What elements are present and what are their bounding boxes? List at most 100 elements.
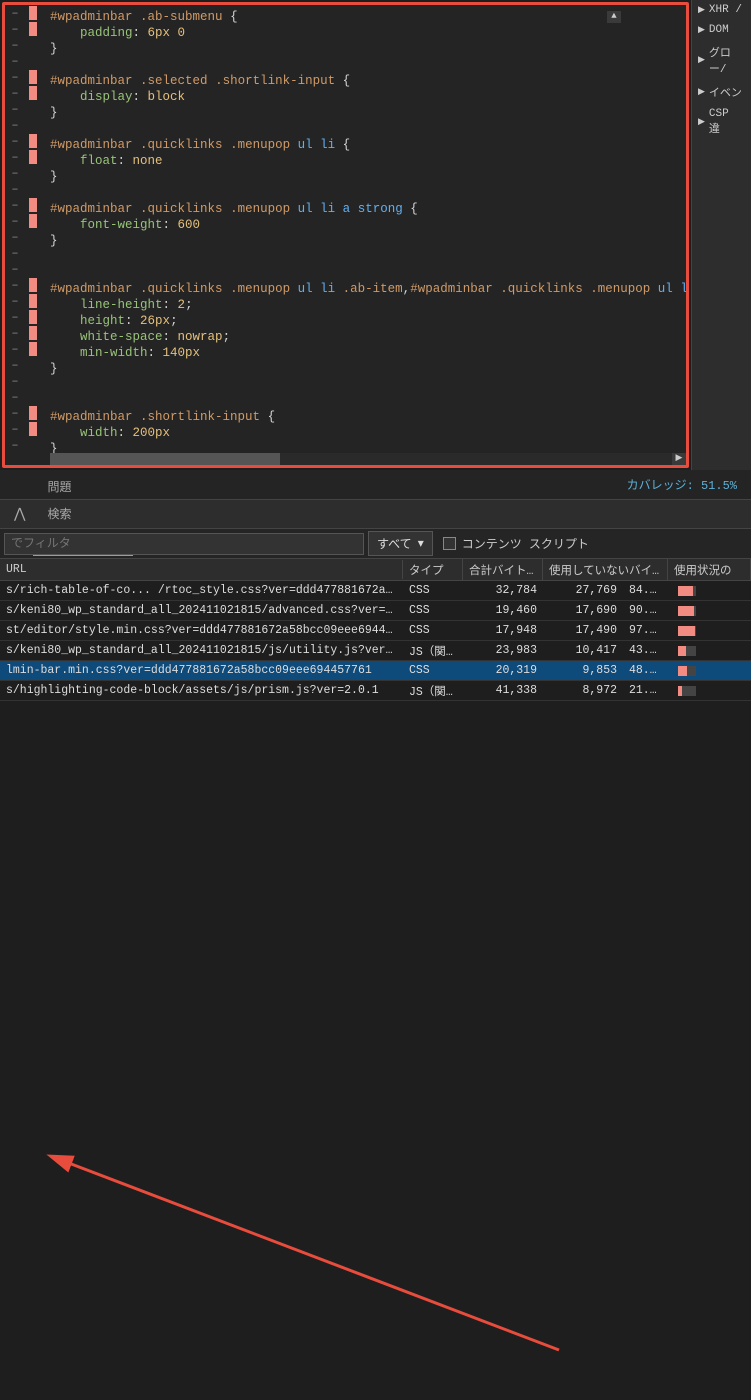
chevron-down-icon: ▾ xyxy=(418,536,424,551)
code-line[interactable]: font-weight: 600 xyxy=(50,217,686,233)
code-line[interactable]: #wpadminbar .shortlink-input { xyxy=(50,409,686,425)
gutter-dash: – xyxy=(5,118,25,132)
cell-vis xyxy=(668,584,751,598)
gutter-dash: – xyxy=(5,326,25,340)
source-code-area[interactable]: #wpadminbar .ab-submenu { padding: 6px 0… xyxy=(50,5,686,457)
code-line[interactable]: padding: 6px 0 xyxy=(50,25,686,41)
sidebar-item-label: DOM xyxy=(709,24,729,36)
code-line[interactable]: display: block xyxy=(50,89,686,105)
coverage-bar-marker xyxy=(29,310,37,324)
table-row[interactable]: lmin-bar.min.css?ver=ddd477881672a58bcc0… xyxy=(0,661,751,681)
gutter-dash: – xyxy=(5,214,25,228)
coverage-bar-marker xyxy=(29,214,37,228)
drawer-tab[interactable]: 問題 xyxy=(33,473,132,500)
gutter-dash: – xyxy=(5,198,25,212)
gutter-dash: – xyxy=(5,358,25,372)
cell-pct: 48.5% xyxy=(623,662,668,679)
sidebar-item[interactable]: ▶グロー/ xyxy=(692,40,751,80)
coverage-type-dropdown[interactable]: すべて▾ xyxy=(368,531,433,556)
table-row[interactable]: s/keni80_wp_standard_all_202411021815/ad… xyxy=(0,601,751,621)
drawer-tab[interactable]: 検索 xyxy=(33,500,132,527)
sidebar-item[interactable]: ▶DOM xyxy=(692,20,751,40)
url-filter-input[interactable] xyxy=(4,533,364,555)
cell-type: CSS xyxy=(403,602,463,619)
code-line[interactable]: #wpadminbar .quicklinks .menupop ul li a… xyxy=(50,201,686,217)
coverage-bar-marker xyxy=(29,134,37,148)
code-line[interactable]: } xyxy=(50,233,686,249)
code-line[interactable] xyxy=(50,57,686,73)
code-line[interactable] xyxy=(50,185,686,201)
gutter-dash: – xyxy=(5,246,25,260)
horizontal-scrollbar[interactable] xyxy=(50,453,672,465)
gutter-dash: – xyxy=(5,70,25,84)
cell-vis xyxy=(668,684,751,698)
table-row[interactable]: s/highlighting-code-block/assets/js/pris… xyxy=(0,681,751,701)
code-line[interactable] xyxy=(50,377,686,393)
cell-url: s/rich-table-of-co... /rtoc_style.css?ve… xyxy=(0,582,403,599)
cell-url: st/editor/style.min.css?ver=ddd477881672… xyxy=(0,622,403,639)
gutter-dash: – xyxy=(5,230,25,244)
gutter-dash: – xyxy=(5,102,25,116)
gutter-dash: – xyxy=(5,6,25,20)
scrollbar-thumb[interactable] xyxy=(50,453,280,465)
col-unused[interactable]: 使用していないバイト▼ xyxy=(543,559,668,581)
gutter-dash: – xyxy=(5,54,25,68)
cell-unused: 10,417 xyxy=(543,642,623,659)
code-coverage-panel[interactable]: ▲ –––––––––––––––––––––––––––– #wpadminb… xyxy=(2,2,689,468)
code-line[interactable]: #wpadminbar .quicklinks .menupop ul li .… xyxy=(50,281,686,297)
cell-url: lmin-bar.min.css?ver=ddd477881672a58bcc0… xyxy=(0,662,403,679)
cell-url: s/keni80_wp_standard_all_202411021815/js… xyxy=(0,642,403,659)
col-type[interactable]: タイプ xyxy=(403,559,463,581)
code-line[interactable]: line-height: 2; xyxy=(50,297,686,313)
code-line[interactable]: } xyxy=(50,169,686,185)
overflow-icon[interactable]: ⋀ xyxy=(8,506,31,523)
code-line[interactable]: } xyxy=(50,105,686,121)
code-line[interactable]: height: 26px; xyxy=(50,313,686,329)
gutter-dash: – xyxy=(5,294,25,308)
content-scripts-checkbox[interactable] xyxy=(443,537,456,550)
code-line[interactable]: float: none xyxy=(50,153,686,169)
table-row[interactable]: st/editor/style.min.css?ver=ddd477881672… xyxy=(0,621,751,641)
col-vis[interactable]: 使用状況の xyxy=(668,559,751,581)
coverage-bar-marker xyxy=(29,342,37,356)
code-line[interactable] xyxy=(50,249,686,265)
sidebar-item[interactable]: ▶CSP 違 xyxy=(692,104,751,140)
gutter-dash: – xyxy=(5,38,25,52)
code-line[interactable]: min-width: 140px xyxy=(50,345,686,361)
sidebar-item[interactable]: ▶イベン​ xyxy=(692,80,751,104)
col-url[interactable]: URL xyxy=(0,560,403,579)
gutter-dash: – xyxy=(5,310,25,324)
code-line[interactable] xyxy=(50,265,686,281)
gutter-dash: – xyxy=(5,150,25,164)
scroll-right-icon[interactable]: ▶ xyxy=(672,453,686,465)
cell-vis xyxy=(668,624,751,638)
code-line[interactable]: width: 200px xyxy=(50,425,686,441)
sidebar-item-label: イベン​ xyxy=(709,84,742,100)
gutter-dash: – xyxy=(5,86,25,100)
table-row[interactable]: s/rich-table-of-co... /rtoc_style.css?ve… xyxy=(0,581,751,601)
code-line[interactable] xyxy=(50,393,686,409)
sidebar-item[interactable]: ▶XHR / xyxy=(692,0,751,20)
gutter-dash: – xyxy=(5,278,25,292)
scroll-up-icon[interactable]: ▲ xyxy=(607,11,621,23)
coverage-table: URL タイプ 合計バイト数 使用していないバイト▼ 使用状況の s/rich-… xyxy=(0,559,751,701)
cell-total: 17,948 xyxy=(463,622,543,639)
coverage-bar-marker xyxy=(29,6,37,20)
cell-type: JS（関... xyxy=(403,641,463,661)
coverage-bar-marker xyxy=(29,86,37,100)
code-line[interactable]: white-space: nowrap; xyxy=(50,329,686,345)
code-line[interactable] xyxy=(50,121,686,137)
table-row[interactable]: s/keni80_wp_standard_all_202411021815/js… xyxy=(0,641,751,661)
table-header-row: URL タイプ 合計バイト数 使用していないバイト▼ 使用状況の xyxy=(0,559,751,581)
code-line[interactable]: } xyxy=(50,41,686,57)
col-total[interactable]: 合計バイト数 xyxy=(463,559,543,581)
cell-unused: 17,490 xyxy=(543,622,623,639)
cell-url: s/highlighting-code-block/assets/js/pris… xyxy=(0,682,403,699)
code-line[interactable]: } xyxy=(50,361,686,377)
cell-unused: 9,853 xyxy=(543,662,623,679)
coverage-bar-marker xyxy=(29,70,37,84)
gutter-dash: – xyxy=(5,438,25,452)
code-line[interactable]: #wpadminbar .selected .shortlink-input { xyxy=(50,73,686,89)
code-line[interactable]: #wpadminbar .ab-submenu { xyxy=(50,9,686,25)
code-line[interactable]: #wpadminbar .quicklinks .menupop ul li { xyxy=(50,137,686,153)
